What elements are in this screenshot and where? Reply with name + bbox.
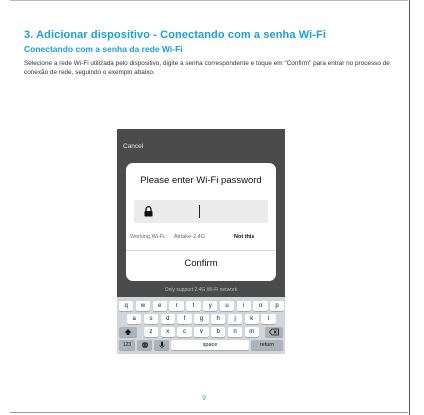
key-x[interactable]: x [160,327,175,337]
dictation-key[interactable] [154,340,169,350]
key-l[interactable]: l [261,314,276,324]
globe-icon [141,341,148,349]
globe-key[interactable] [137,340,152,350]
on-screen-keyboard: q w e r t y u i o p a s d f g h j k l z … [117,297,285,354]
bottom-rule [10,412,408,413]
key-y[interactable]: y [203,301,218,311]
section-heading: 3. Adicionar dispositivo - Conectando co… [24,29,327,41]
wifi-support-note: Only support 2.4G Wi-Fi network [164,287,238,293]
not-this-link[interactable]: Not this [234,234,254,240]
key-u[interactable]: u [219,301,235,311]
numbers-key[interactable]: 123 [119,340,135,350]
dialog-title: Please enter Wi-Fi password [140,175,262,186]
key-p[interactable]: p [270,301,284,311]
working-wifi-row: Working Wi-Fi: Airtake-2.4G Not this [130,234,274,244]
top-rule [10,0,408,1]
confirm-button[interactable]: Confirm [126,258,276,269]
key-i[interactable]: i [236,301,251,311]
wifi-password-dialog: Please enter Wi-Fi password Working Wi-F… [126,163,276,281]
key-s[interactable]: s [143,314,159,324]
key-v[interactable]: v [194,327,209,337]
key-b[interactable]: b [211,327,226,337]
key-d[interactable]: d [160,314,175,324]
phone-screenshot: Cancel Please enter Wi-Fi password Worki… [117,129,285,354]
key-w[interactable]: w [135,301,151,311]
key-o[interactable]: o [253,301,268,311]
section-subheading: Conectando com a senha da rede Wi-Fi [24,44,183,54]
space-key[interactable]: space [171,340,249,350]
password-field[interactable] [134,200,268,223]
key-j[interactable]: j [227,314,243,324]
backspace-icon [269,328,279,336]
key-z[interactable]: z [143,327,159,337]
page-edge-line [409,0,410,415]
shift-key[interactable] [119,327,137,337]
shift-icon [124,329,132,335]
backspace-key[interactable] [265,327,283,337]
key-m[interactable]: m [244,327,259,337]
key-h[interactable]: h [211,314,226,324]
key-n[interactable]: n [227,327,243,337]
key-q[interactable]: q [119,301,134,311]
dialog-divider [126,250,276,251]
key-k[interactable]: k [244,314,259,324]
working-wifi-label: Working Wi-Fi: [130,234,166,240]
key-r[interactable]: r [169,301,184,311]
instruction-paragraph: Selecione a rede Wi-Fi utilizada pelo di… [24,60,390,76]
key-a[interactable]: a [127,314,142,324]
manual-page: 3. Adicionar dispositivo - Conectando co… [0,0,424,415]
lock-icon [144,206,153,217]
key-t[interactable]: t [186,301,201,311]
wifi-network-name: Airtake-2.4G [174,234,205,240]
key-e[interactable]: e [152,301,167,311]
key-g[interactable]: g [194,314,209,324]
microphone-icon [159,341,164,349]
cancel-button[interactable]: Cancel [123,143,143,150]
page-number: 9 [202,395,206,402]
key-f[interactable]: f [177,314,192,324]
text-caret [199,205,200,218]
key-c[interactable]: c [177,327,192,337]
return-key[interactable]: return [251,340,283,350]
